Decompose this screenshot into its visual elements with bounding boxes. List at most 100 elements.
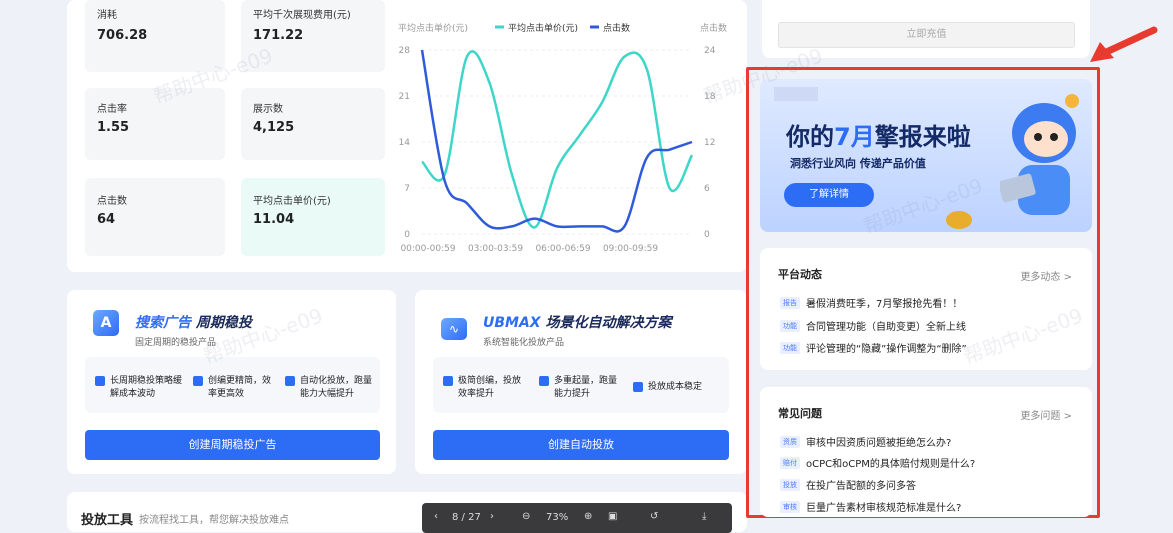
metric-value: 706.28 (97, 28, 148, 43)
y-left-tick: 21 (399, 92, 410, 102)
y-right-tick: 12 (704, 138, 715, 148)
promo-title: UBMAX (483, 315, 541, 331)
banner-title-highlight: 7月 (834, 123, 875, 151)
promo-subtitle: 系统智能化投放产品 (483, 338, 565, 348)
news-item[interactable]: 功能 合同管理功能（自助变更）全新上线 (780, 318, 966, 333)
platform-news-panel: 平台动态 更多动态 > 报告 暑假消费旺季，7月擎报抢先看！！ 功能 合同管理功能（… (760, 248, 1092, 370)
metric-cpc[interactable]: 平均点击单价(元) 11.04 (241, 178, 385, 256)
promo-card-ubmax: ∿ UBMAX 场景化自动解决方案 系统智能化投放产品 极简创编，投放效率提升 … (415, 290, 747, 474)
faq-tag: 投放 (780, 478, 800, 491)
banner-title: 你的 (786, 123, 834, 151)
faq-item[interactable]: 审核 巨量广告素材审核规范标准是什么? (780, 499, 961, 514)
metric-value: 64 (97, 212, 116, 227)
feature-item: 极简创编，投放效率提升 (443, 375, 528, 401)
faq-item[interactable]: 投放 在投广告配额的多问多答 (780, 477, 916, 492)
feature-item: 创编更精简，效率更高效 (193, 375, 273, 401)
more-faq-link[interactable]: 更多问题 > (1020, 407, 1072, 422)
faq-item[interactable]: 赔付 oCPC和oCPM的具体赔付规则是什么? (780, 455, 975, 470)
metric-impressions: 展示数 4,125 (241, 88, 385, 160)
metric-value: 11.04 (253, 212, 295, 227)
create-auto-ad-button[interactable]: 创建自动投放 (433, 430, 729, 460)
feature-icon (285, 376, 295, 386)
tools-subtitle: 按流程找工具，帮您解决投放难点 (139, 515, 289, 526)
faq-tag: 赔付 (780, 456, 800, 469)
metric-label: 消耗 (97, 10, 117, 21)
recharge-button[interactable]: 立即充值 (778, 22, 1075, 48)
recharge-panel: 立即充值 (762, 0, 1090, 58)
feature-item: 投放成本稳定 (633, 381, 725, 394)
y-right-tick: 0 (704, 230, 710, 240)
promo-title: 搜索广告 (135, 315, 191, 331)
feature-list: 极简创编，投放效率提升 多重起量，跑量能力提升 投放成本稳定 (433, 357, 729, 413)
next-page-icon[interactable]: › (490, 511, 494, 522)
news-tag: 报告 (780, 296, 800, 309)
faq-tag: 审核 (780, 500, 800, 513)
metric-cost: 消耗 706.28 (85, 0, 225, 72)
x-tick: 06:00-06:59 (535, 244, 590, 254)
trend-line-chart: 平均点击单价(元) 点击数 平均点击单价(元) 点击数 28 24 21 18 14 12… (398, 22, 727, 254)
ubmax-logo-icon: ∿ (441, 318, 467, 340)
y-left-tick: 14 (399, 138, 411, 148)
faq-item[interactable]: 资质 审核中因资质问题被拒绝怎么办? (780, 434, 951, 449)
news-item[interactable]: 报告 暑假消费旺季，7月擎报抢先看！！ (780, 295, 962, 310)
feature-item: 自动化投放，跑量能力大幅提升 (285, 375, 377, 401)
y-right-tick: 18 (704, 92, 716, 102)
rotate-icon[interactable]: ↺ (650, 511, 658, 522)
prev-page-icon[interactable]: ‹ (434, 511, 438, 522)
fit-page-icon[interactable]: ▣ (608, 511, 617, 522)
feature-list: 长周期稳投策略缓解成本波动 创编更精简，效率更高效 自动化投放，跑量能力大幅提升 (85, 357, 380, 413)
metric-label: 平均点击单价(元) (253, 196, 331, 207)
metric-label: 点击率 (97, 104, 127, 115)
zoom-in-icon[interactable]: ⊕ (584, 511, 592, 522)
zoom-out-icon[interactable]: ⊖ (522, 511, 530, 522)
banner-title-end: 擎报来啦 (874, 123, 971, 151)
news-tag: 功能 (780, 341, 800, 354)
metric-label: 点击数 (97, 196, 127, 207)
metric-label: 展示数 (253, 104, 283, 115)
learn-more-button[interactable]: 了解详情 (784, 183, 874, 207)
monthly-report-banner[interactable]: 你的7月擎报来啦 洞悉行业风向 传递产品价值 了解详情 (760, 79, 1092, 232)
banner-subtitle: 洞悉行业风向 传递产品价值 (790, 157, 926, 170)
metric-ctr: 点击率 1.55 (85, 88, 225, 160)
x-tick: 00:00-00:59 (400, 244, 455, 254)
create-cycle-ad-button[interactable]: 创建周期稳投广告 (85, 430, 380, 460)
tools-title: 投放工具 (81, 513, 134, 528)
page-indicator: 8 / 27 (452, 512, 481, 523)
coin-icon (946, 211, 972, 229)
search-ad-logo-icon: A (93, 310, 119, 336)
download-icon[interactable]: ⤓ (702, 511, 706, 522)
news-title: 平台动态 (778, 268, 822, 281)
banner-blur-label (774, 87, 818, 101)
promo-title-suffix: 场景化自动解决方案 (545, 315, 672, 331)
feature-icon (443, 376, 453, 386)
metric-value: 1.55 (97, 120, 130, 135)
y-left-tick: 7 (404, 184, 410, 194)
metric-value: 171.22 (253, 28, 304, 43)
legend-clicks: 点击数 (603, 22, 630, 34)
metric-clicks: 点击数 64 (85, 178, 225, 256)
promo-title-suffix: 周期稳投 (195, 315, 252, 331)
news-item[interactable]: 功能 评论管理的“隐藏”操作调整为“删除” (780, 340, 967, 355)
faq-panel: 常见问题 更多问题 > 资质 审核中因资质问题被拒绝怎么办? 赔付 oCPC和oCP… (760, 387, 1092, 517)
y-left-tick: 0 (404, 230, 410, 240)
mascot-robot-icon (998, 85, 1082, 225)
promo-subtitle: 固定周期的稳投产品 (135, 338, 217, 348)
y-right-tick: 6 (704, 184, 710, 194)
pdf-toolbar: ‹ 8 / 27 › ⊖ 73% ⊕ ▣ ↺ ⤓ (422, 503, 732, 533)
legend-cpc: 平均点击单价(元) (508, 22, 578, 34)
news-tag: 功能 (780, 319, 800, 332)
promo-card-search: A 搜索广告 周期稳投 固定周期的稳投产品 长周期稳投策略缓解成本波动 创编更精… (67, 290, 396, 474)
more-news-link[interactable]: 更多动态 > (1020, 268, 1072, 283)
metric-cpm: 平均千次展现费用(元) 171.22 (241, 0, 385, 72)
left-axis-label: 平均点击单价(元) (398, 22, 468, 34)
metric-value: 4,125 (253, 120, 295, 135)
faq-title: 常见问题 (778, 407, 822, 420)
highlight-arrow (1090, 24, 1160, 64)
feature-item: 长周期稳投策略缓解成本波动 (95, 375, 190, 401)
zoom-level: 73% (546, 512, 569, 523)
y-left-tick: 28 (399, 46, 411, 56)
right-axis-label: 点击数 (700, 22, 727, 34)
metric-label: 平均千次展现费用(元) (253, 10, 351, 21)
faq-tag: 资质 (780, 435, 800, 448)
feature-icon (95, 376, 105, 386)
